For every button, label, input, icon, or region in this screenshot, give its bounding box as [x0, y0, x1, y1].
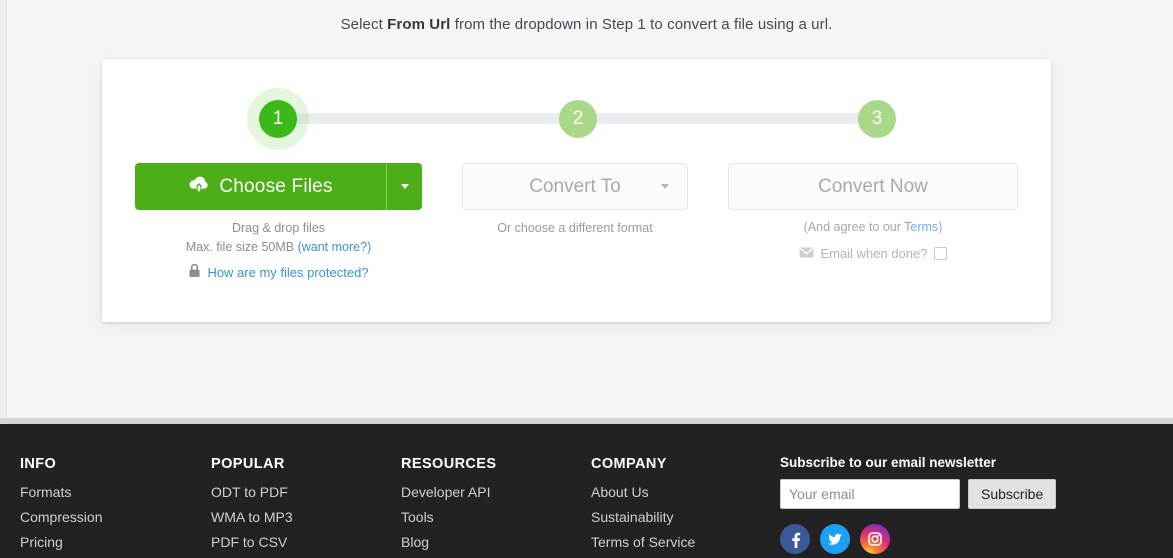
footer-column-company: COMPANY About Us Sustainability Terms of…	[591, 456, 695, 558]
footer-column-resources: RESOURCES Developer API Tools Blog	[401, 456, 496, 558]
instagram-icon[interactable]	[860, 524, 890, 554]
footer-link-sustainability[interactable]: Sustainability	[591, 509, 695, 525]
max-size-text: Max. file size 50MB (want more?)	[135, 238, 422, 257]
email-when-done-label: Email when done?	[820, 246, 928, 261]
newsletter-email-input[interactable]	[780, 479, 960, 509]
twitter-icon[interactable]	[820, 524, 850, 554]
newsletter-subscribe-button[interactable]: Subscribe	[968, 479, 1057, 509]
agree-suffix: )	[938, 220, 943, 234]
page-instruction: Select From Url from the dropdown in Ste…	[0, 16, 1173, 33]
cloud-upload-icon	[188, 175, 210, 198]
site-footer: INFO Formats Compression Pricing POPULAR…	[0, 424, 1173, 558]
footer-column-popular: POPULAR ODT to PDF WMA to MP3 PDF to CSV	[211, 456, 293, 558]
lock-icon	[188, 263, 201, 281]
footer-link-tools[interactable]: Tools	[401, 509, 496, 525]
want-more-link[interactable]: (want more?)	[298, 240, 372, 254]
instruction-prefix: Select	[340, 16, 388, 33]
terms-agreement-text: (And agree to our Terms)	[728, 220, 1018, 234]
step-progress: 1 2 3	[102, 59, 1051, 159]
footer-heading-info: INFO	[20, 456, 57, 472]
chevron-down-icon	[400, 184, 409, 189]
footer-link-wma-to-mp3[interactable]: WMA to MP3	[211, 509, 293, 525]
step-1-column: Choose Files Drag & drop files Max. file…	[135, 163, 422, 281]
step-columns: Choose Files Drag & drop files Max. file…	[102, 163, 1051, 313]
drag-drop-text: Drag & drop files	[231, 221, 326, 235]
max-size-label: Max. file size 50MB	[185, 240, 298, 254]
converter-card: 1 2 3 Choose Files Drag & drop files Max…	[102, 59, 1051, 322]
step-1-helper: Drag & drop files Max. file size 50MB (w…	[135, 219, 422, 257]
footer-link-blog[interactable]: Blog	[401, 534, 496, 550]
newsletter-title: Subscribe to our email newsletter	[780, 455, 997, 470]
footer-link-odt-to-pdf[interactable]: ODT to PDF	[211, 484, 293, 500]
footer-link-about-us[interactable]: About Us	[591, 484, 695, 500]
footer-link-developer-api[interactable]: Developer API	[401, 484, 496, 500]
social-links	[780, 524, 1056, 554]
convert-to-button[interactable]: Convert To	[462, 163, 688, 210]
instruction-highlight: From Url	[387, 16, 451, 33]
email-when-done-checkbox[interactable]	[934, 247, 948, 260]
step-2-helper: Or choose a different format	[462, 219, 688, 238]
step-1-number: 1	[272, 108, 284, 129]
envelope-icon	[799, 246, 814, 261]
chevron-down-icon	[661, 184, 669, 189]
step-indicator-1[interactable]: 1	[259, 100, 297, 138]
footer-link-pricing[interactable]: Pricing	[20, 534, 102, 550]
page-left-edge	[0, 0, 7, 424]
step-2-number: 2	[572, 108, 584, 129]
step-indicator-3[interactable]: 3	[858, 100, 896, 138]
page-root: Select From Url from the dropdown in Ste…	[0, 0, 1173, 558]
step-2-column: Convert To Or choose a different format	[462, 163, 688, 238]
step-3-number: 3	[871, 108, 883, 129]
agree-prefix: (And agree to our	[803, 220, 905, 234]
choose-files-button[interactable]: Choose Files	[135, 163, 422, 210]
choose-files-main[interactable]: Choose Files	[135, 163, 386, 210]
convert-now-label: Convert Now	[818, 175, 928, 197]
convert-to-label: Convert To	[529, 175, 621, 197]
choose-files-label: Choose Files	[219, 175, 333, 197]
step-indicator-2[interactable]: 2	[559, 100, 597, 138]
footer-heading-resources: RESOURCES	[401, 456, 497, 472]
newsletter-form: Subscribe	[780, 479, 1057, 509]
instruction-suffix: from the dropdown in Step 1 to convert a…	[450, 16, 833, 33]
footer-link-terms-of-service[interactable]: Terms of Service	[591, 534, 695, 550]
newsletter-section: Subscribe to our email newsletter Subscr…	[780, 455, 1057, 554]
footer-link-formats[interactable]: Formats	[20, 484, 102, 500]
files-protected-row: How are my files protected?	[135, 263, 422, 281]
email-when-done-row: Email when done?	[728, 246, 1018, 261]
different-format-text: Or choose a different format	[497, 221, 653, 235]
footer-heading-popular: POPULAR	[211, 456, 285, 472]
facebook-icon[interactable]	[780, 524, 810, 554]
step-3-column: Convert Now (And agree to our Terms) Ema…	[728, 163, 1018, 261]
files-protected-link[interactable]: How are my files protected?	[207, 265, 368, 280]
footer-heading-company: COMPANY	[591, 456, 667, 472]
footer-column-info: INFO Formats Compression Pricing	[20, 456, 102, 558]
terms-link[interactable]: Terms	[904, 220, 938, 234]
footer-link-pdf-to-csv[interactable]: PDF to CSV	[211, 534, 293, 550]
choose-files-dropdown-toggle[interactable]	[386, 163, 422, 210]
convert-now-button[interactable]: Convert Now	[728, 163, 1018, 210]
footer-link-compression[interactable]: Compression	[20, 509, 102, 525]
